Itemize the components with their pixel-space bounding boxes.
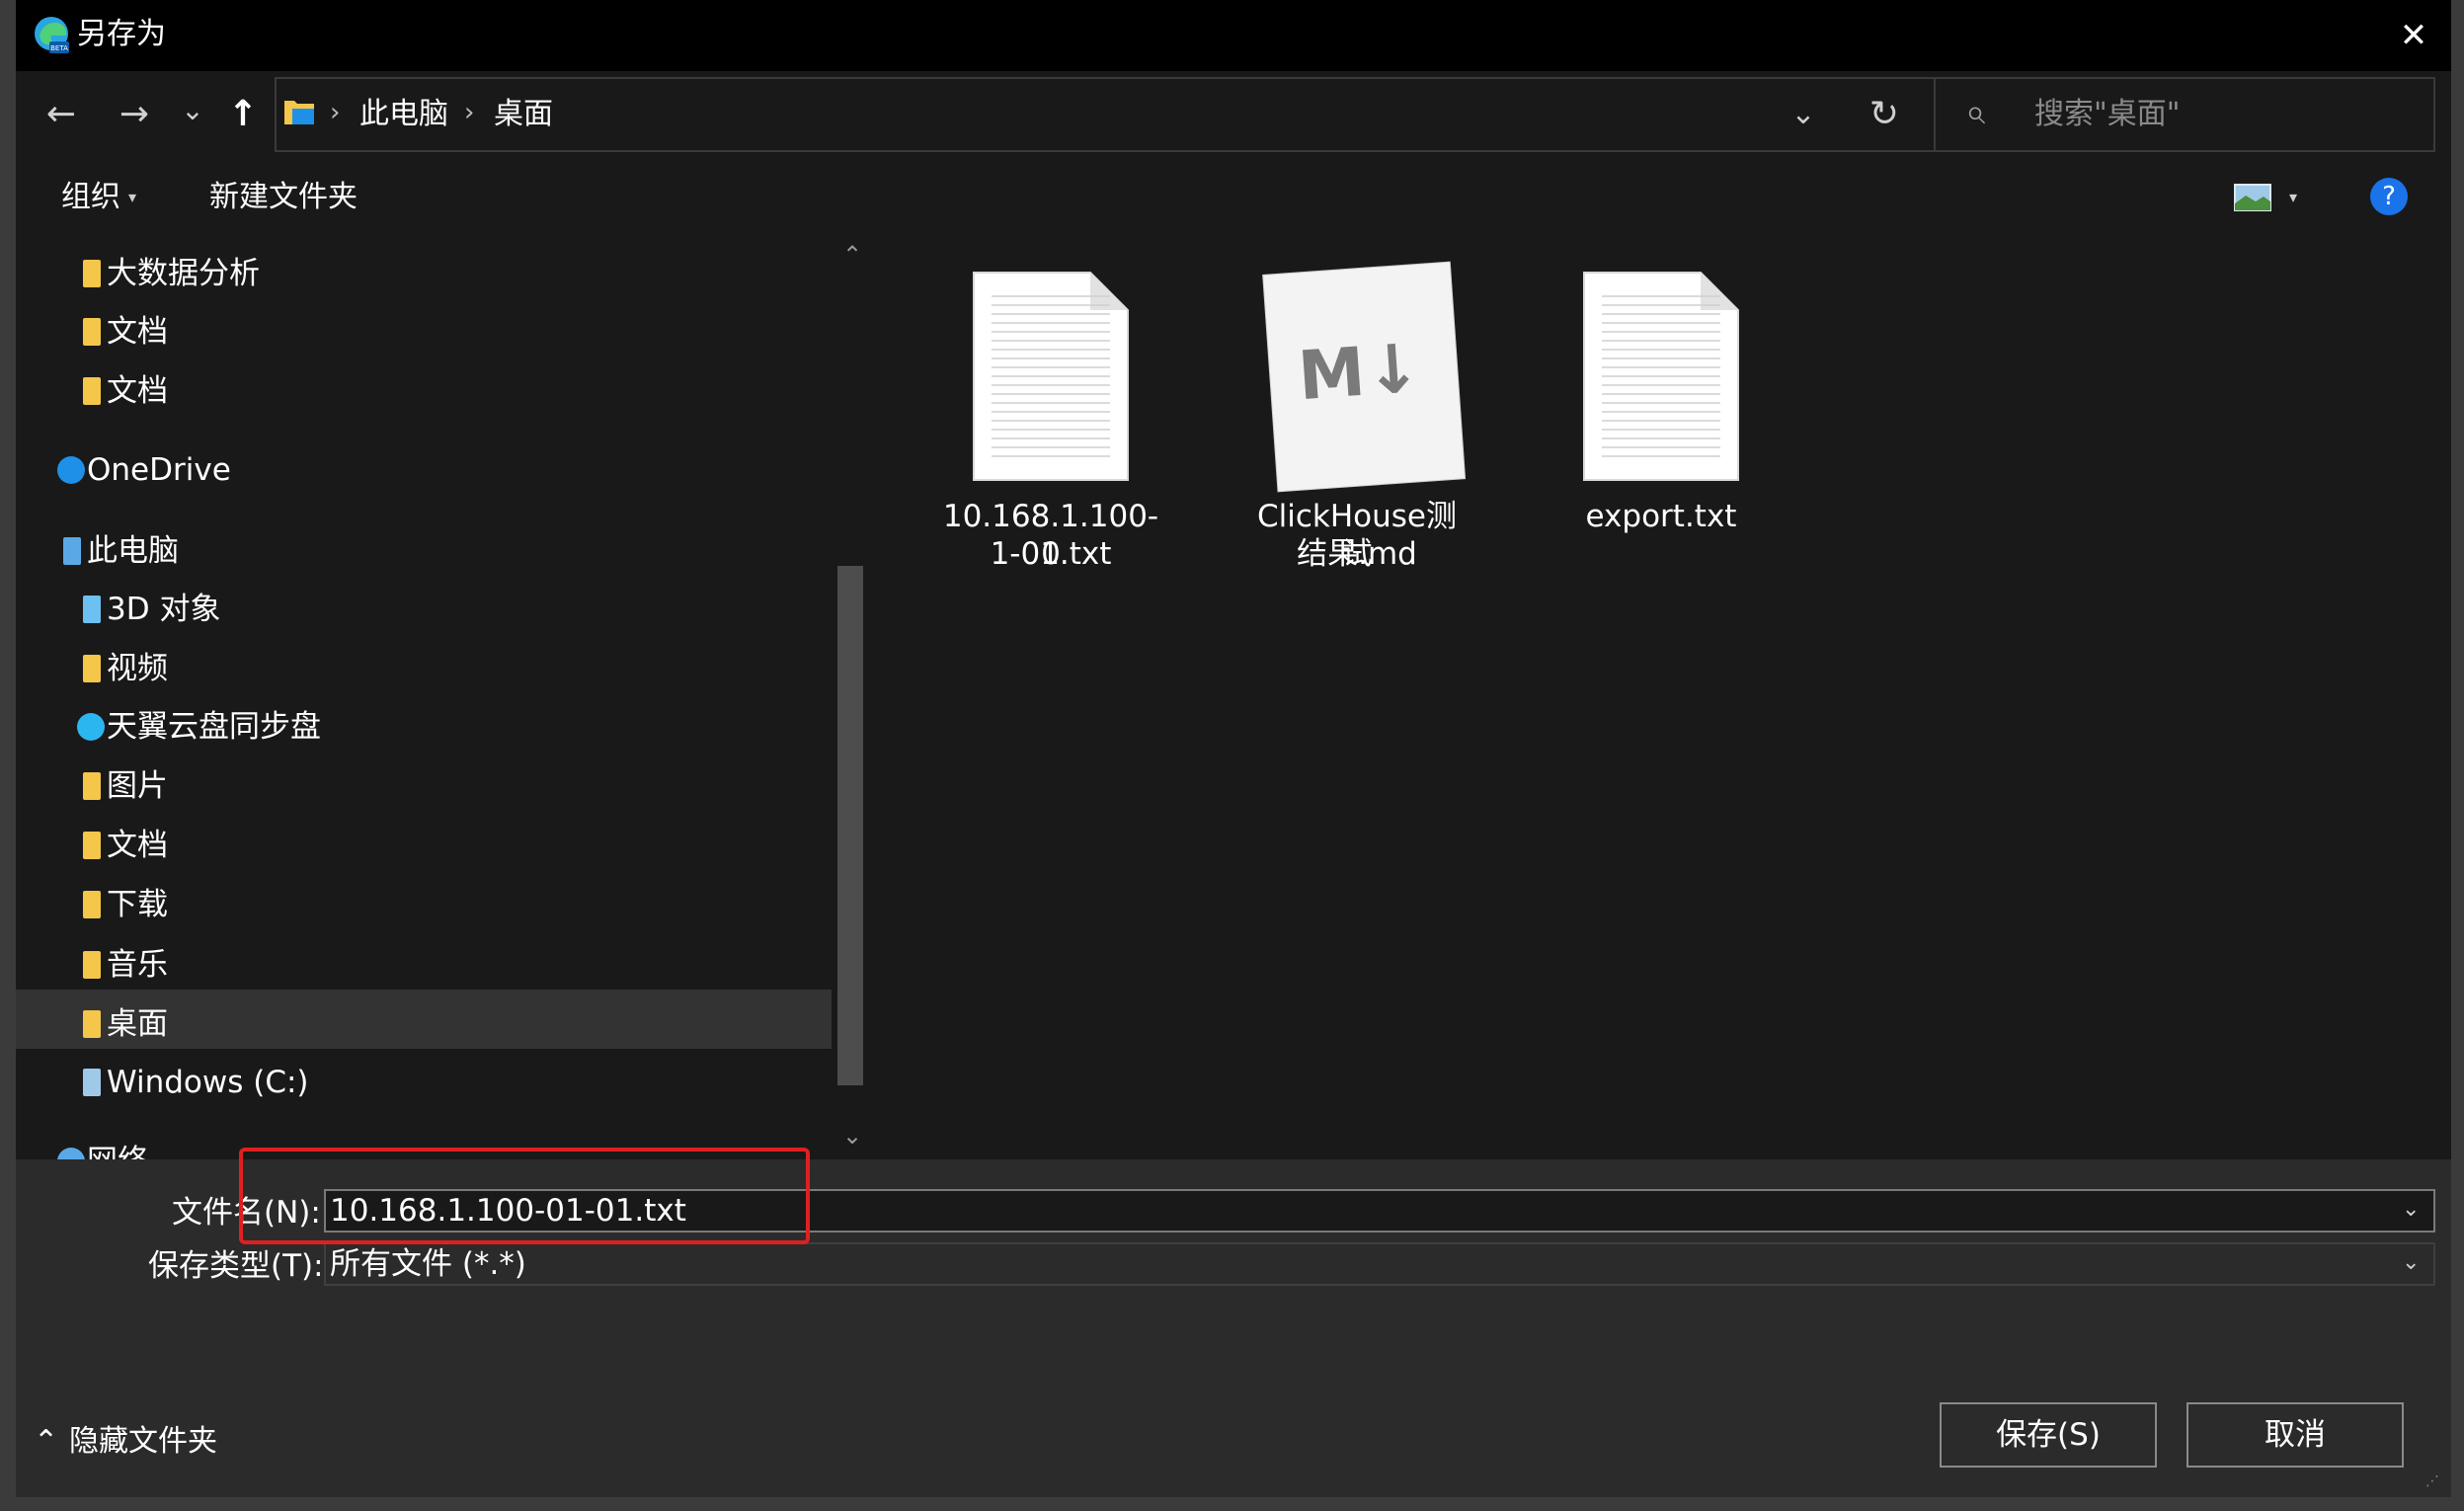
folder-icon: [83, 377, 101, 405]
search-input[interactable]: [1934, 77, 2435, 152]
folder-icon: [83, 260, 101, 287]
title-bar: [16, 0, 2451, 71]
back-button[interactable]: ←: [40, 87, 83, 142]
up-button[interactable]: ↑: [223, 87, 263, 142]
search-icon: ⌕: [1965, 92, 1986, 132]
view-options-icon[interactable]: [2234, 184, 2271, 211]
search-placeholder: 搜索"桌面": [2034, 97, 2181, 131]
documents-icon: [83, 832, 101, 859]
sidebar-item[interactable]: 图片: [16, 757, 832, 815]
window-title: 另存为: [77, 17, 166, 51]
folder-icon: [83, 318, 101, 346]
help-button[interactable]: ?: [2370, 178, 2408, 215]
sidebar-item-label: 视频: [107, 651, 168, 686]
markdown-badge: M↓: [1296, 330, 1424, 417]
file-item[interactable]: 10.168.1.100-0 1-01.txt: [942, 257, 1159, 583]
sidebar-item-label: 此电脑: [87, 533, 179, 569]
organize-dropdown-icon: ▾: [128, 188, 137, 206]
sidebar-item[interactable]: 音乐: [16, 936, 832, 994]
sidebar-item[interactable]: 下载: [16, 876, 832, 933]
nav-scrollbar-thumb[interactable]: [837, 566, 863, 1085]
sidebar-item-label: 文档: [107, 314, 168, 350]
drive-icon: [83, 1069, 101, 1096]
videos-icon: [83, 655, 101, 682]
save-button[interactable]: 保存(S): [1940, 1402, 2157, 1468]
breadcrumb-separator: ›: [464, 98, 475, 127]
file-name-line1: export.txt: [1585, 499, 1737, 534]
cancel-button[interactable]: 取消: [2186, 1402, 2404, 1468]
sidebar-item[interactable]: 文档: [16, 362, 832, 420]
sidebar-item-label: 网络: [87, 1133, 148, 1159]
file-name-line2: 1-01.txt: [990, 536, 1112, 572]
sidebar-item-label: 图片: [107, 768, 168, 804]
3d-objects-icon: [83, 596, 101, 623]
organize-button[interactable]: 组织: [61, 178, 120, 217]
sidebar-item-label: 下载: [107, 887, 168, 922]
pictures-icon: [83, 772, 101, 800]
sidebar-item[interactable]: 文档: [16, 303, 832, 360]
sidebar-item[interactable]: Windows (C:): [16, 1054, 832, 1111]
sidebar-item[interactable]: 文档: [16, 817, 832, 874]
scroll-up-icon[interactable]: ⌃: [839, 241, 865, 269]
file-item[interactable]: M↓ ClickHouse测试 结果.md: [1248, 257, 1467, 583]
computer-icon: [63, 537, 81, 565]
text-file-icon: [1583, 272, 1739, 481]
sidebar-item[interactable]: OneDrive: [16, 441, 832, 499]
file-name-line2: 结果.md: [1297, 536, 1417, 572]
svg-text:BETA: BETA: [50, 44, 68, 52]
sidebar-item[interactable]: 视频: [16, 640, 832, 697]
breadcrumb-this-pc[interactable]: 此电脑: [359, 95, 448, 134]
edge-beta-icon: BETA: [35, 17, 69, 53]
sidebar-item-label: OneDrive: [87, 452, 231, 488]
desktop-folder-icon: [284, 101, 314, 124]
text-file-icon: [973, 272, 1129, 481]
resize-grip-icon[interactable]: ⋰: [2425, 1473, 2445, 1493]
downloads-icon: [83, 891, 101, 918]
filename-dropdown-icon[interactable]: ⌄: [2402, 1197, 2420, 1222]
breadcrumb-separator: ›: [330, 98, 341, 127]
sync-icon: [77, 713, 105, 741]
sidebar-item-label: 天翼云盘同步盘: [107, 709, 321, 745]
breadcrumb-desktop[interactable]: 桌面: [494, 95, 553, 134]
view-dropdown-icon[interactable]: ▾: [2289, 188, 2297, 206]
address-dropdown-icon[interactable]: ⌄: [1786, 87, 1821, 142]
sidebar-item[interactable]: 天翼云盘同步盘: [16, 698, 832, 756]
desktop-icon: [83, 1010, 101, 1038]
scroll-down-icon[interactable]: ⌄: [839, 1122, 865, 1150]
sidebar-item-label: 桌面: [107, 1006, 168, 1042]
sidebar-item[interactable]: 网络: [16, 1133, 832, 1159]
recent-locations-button[interactable]: ⌄: [178, 83, 207, 138]
filename-label: 文件名(N):: [172, 1195, 321, 1231]
filetype-select[interactable]: 所有文件 (*.*): [324, 1242, 2435, 1286]
sidebar-item-label: 大数据分析: [107, 256, 260, 291]
onedrive-icon: [57, 456, 85, 484]
file-item[interactable]: export.txt: [1552, 257, 1770, 583]
sidebar-item-label: 文档: [107, 828, 168, 863]
filetype-dropdown-icon[interactable]: ⌄: [2402, 1250, 2420, 1275]
filetype-label: 保存类型(T):: [148, 1248, 324, 1284]
sidebar-item-label: Windows (C:): [107, 1065, 309, 1100]
music-icon: [83, 951, 101, 979]
forward-button[interactable]: →: [113, 87, 156, 142]
hide-folders-icon[interactable]: ⌃: [34, 1424, 58, 1460]
refresh-button[interactable]: ↻: [1861, 87, 1908, 142]
filename-input[interactable]: 10.168.1.100-01-01.txt: [324, 1189, 2435, 1233]
network-icon: [57, 1148, 85, 1159]
sidebar-item[interactable]: 大数据分析: [16, 245, 832, 302]
sidebar-item-label: 3D 对象: [107, 592, 221, 627]
sidebar-item[interactable]: 3D 对象: [16, 581, 832, 638]
sidebar-item[interactable]: 此电脑: [16, 522, 832, 580]
close-button[interactable]: ✕: [2384, 8, 2443, 63]
markdown-file-icon: M↓: [1262, 261, 1467, 493]
sidebar-item-label: 音乐: [107, 947, 168, 983]
sidebar-item[interactable]: 桌面: [16, 995, 832, 1053]
hide-folders-button[interactable]: 隐藏文件夹: [69, 1422, 217, 1462]
new-folder-button[interactable]: 新建文件夹: [209, 178, 358, 217]
navigation-pane: 大数据分析 文档 文档 OneDrive 此电脑 3D 对象 视频 天翼云盘同步盘 图片 文档 下载…: [16, 237, 832, 1159]
sidebar-item-label: 文档: [107, 373, 168, 409]
